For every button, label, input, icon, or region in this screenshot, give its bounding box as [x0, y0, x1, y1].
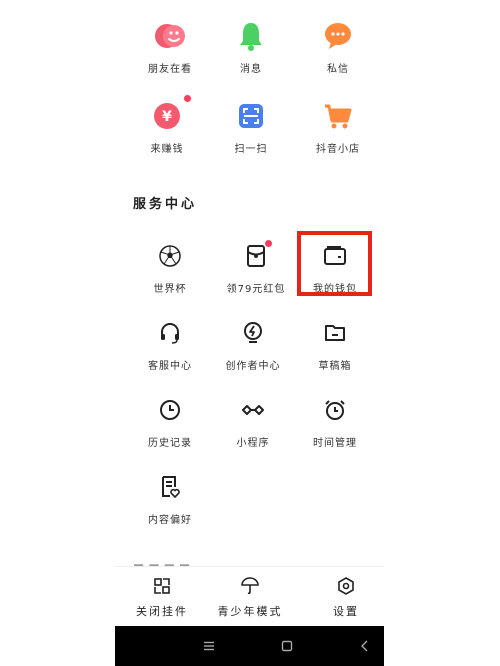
bottom-action-bar: 关闭挂件 青少年模式 设置: [115, 566, 384, 627]
grid-item-label: 扫一扫: [234, 144, 268, 155]
service-item-label: 创作者中心: [225, 361, 281, 372]
folder-icon: [319, 317, 351, 349]
doc-heart-icon: [154, 471, 186, 503]
soccer-ball-icon: [154, 240, 186, 272]
yuan-coin-icon: ¥: [151, 95, 191, 132]
umbrella-icon: [241, 577, 259, 599]
notification-badge: [184, 95, 191, 102]
system-nav-bar: [115, 626, 384, 666]
headset-icon: [154, 317, 186, 349]
bottom-bar-label: 青少年模式: [217, 605, 283, 618]
service-item-label: 时间管理: [313, 438, 357, 449]
service-item-label: 草稿箱: [318, 361, 352, 372]
svg-text:¥: ¥: [162, 109, 172, 125]
chat-bubble-icon: [322, 20, 354, 52]
grid-item-shop[interactable]: 抖音小店: [288, 100, 388, 155]
grid-item-scan[interactable]: 扫一扫: [201, 100, 301, 155]
bottom-bar-label: 设置: [333, 605, 359, 618]
grid-item-label: 消息: [240, 64, 262, 75]
service-item-label: 客服中心: [148, 361, 192, 372]
back-chevron-icon[interactable]: [355, 636, 375, 656]
red-packet-icon: [240, 240, 272, 272]
service-item-time-management[interactable]: 时间管理: [285, 394, 385, 449]
grid-item-label: 朋友在看: [148, 64, 192, 75]
grid-item-private-message[interactable]: 私信: [288, 20, 388, 75]
cart-icon: [322, 100, 354, 132]
service-item-label: 历史记录: [148, 438, 192, 449]
alarm-icon: [319, 394, 351, 426]
service-item-world-cup[interactable]: 世界杯: [120, 240, 220, 295]
clock-icon: [154, 394, 186, 426]
settings-hex-icon: [337, 577, 355, 599]
grid-item-label: 私信: [327, 64, 349, 75]
service-item-label: 世界杯: [153, 284, 187, 295]
grid-item-label: 抖音小店: [316, 144, 360, 155]
section-title-service: 服务中心: [133, 197, 198, 212]
service-item-label: 小程序: [236, 438, 270, 449]
widget-icon: [153, 577, 171, 599]
bell-icon: [235, 20, 267, 52]
teen-mode-button[interactable]: 青少年模式: [210, 577, 290, 619]
lightning-icon: [237, 317, 269, 349]
bottom-bar-label: 关闭挂件: [136, 605, 188, 618]
grid-item-label: 来赚钱: [150, 144, 184, 155]
service-item-label: 内容偏好: [148, 515, 192, 526]
grid-item-messages[interactable]: 消息: [201, 20, 301, 75]
friends-watching-icon: [154, 20, 186, 52]
scan-icon: [235, 100, 267, 132]
home-square-icon[interactable]: [277, 636, 297, 656]
menu-icon[interactable]: [199, 636, 219, 656]
notification-badge: [265, 240, 272, 247]
service-item-label: 领79元红包: [226, 284, 286, 295]
close-widget-button[interactable]: 关闭挂件: [122, 577, 202, 619]
service-item-content-preference[interactable]: 内容偏好: [120, 471, 220, 526]
settings-button[interactable]: 设置: [306, 577, 386, 619]
infinity-icon: [237, 394, 269, 426]
highlight-box: [297, 231, 372, 296]
service-item-drafts[interactable]: 草稿箱: [285, 317, 385, 372]
